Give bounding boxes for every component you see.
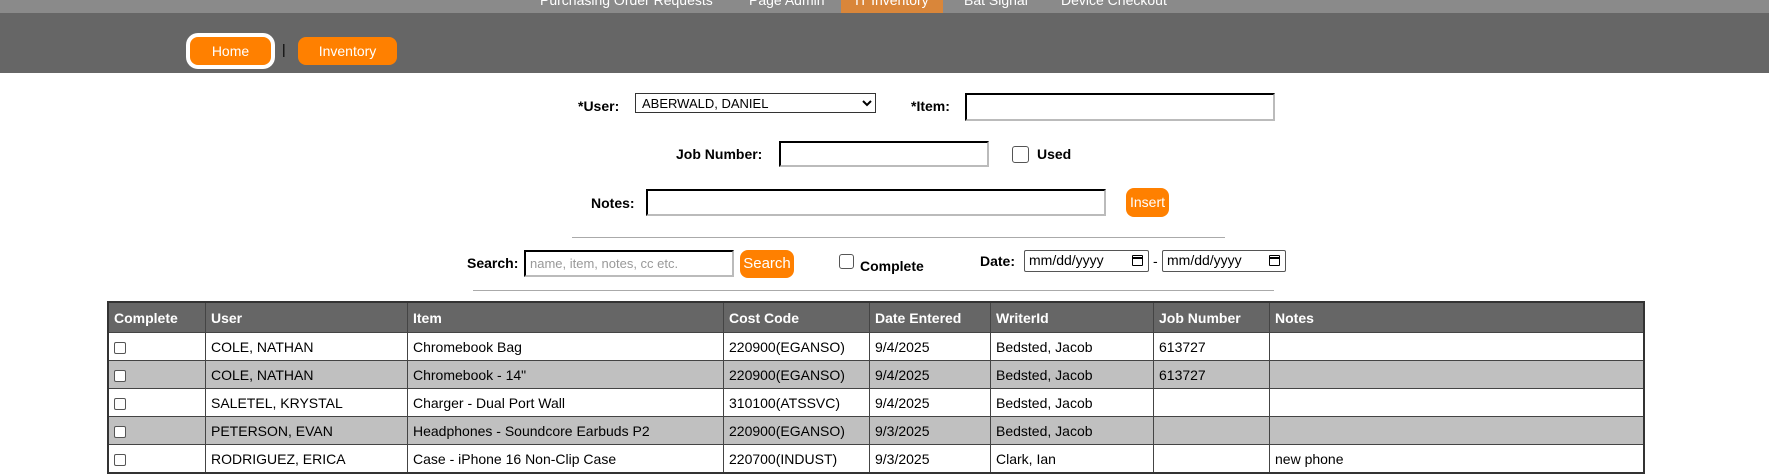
date-to-input[interactable]: mm/dd/yyyy xyxy=(1162,250,1286,272)
date-from-value: mm/dd/yyyy xyxy=(1029,252,1104,268)
row-cost-code: 220900(EGANSO) xyxy=(723,416,870,445)
row-item: Headphones - Soundcore Earbuds P2 xyxy=(407,416,724,445)
job-number-label: Job Number: xyxy=(676,146,763,162)
col-writer-id[interactable]: WriterId xyxy=(990,301,1154,333)
row-job: 613727 xyxy=(1153,360,1270,389)
job-number-input[interactable] xyxy=(779,141,989,167)
col-cost-code[interactable]: Cost Code xyxy=(723,301,870,333)
row-cost-code: 310100(ATSSVC) xyxy=(723,388,870,417)
date-label: Date: xyxy=(980,253,1016,269)
notes-input[interactable] xyxy=(646,189,1106,216)
row-item: Case - iPhone 16 Non-Clip Case xyxy=(407,444,724,474)
search-input[interactable]: name, item, notes, cc etc. xyxy=(524,250,734,277)
notes-label: Notes: xyxy=(591,195,635,211)
top-nav: Purchasing Order Requests Page Admin IT … xyxy=(0,0,1769,13)
row-user: PETERSON, EVAN xyxy=(205,416,408,445)
inventory-button[interactable]: Inventory xyxy=(298,37,397,65)
search-label: Search: xyxy=(467,255,519,271)
row-complete-checkbox[interactable] xyxy=(114,397,126,410)
row-user: RODRIGUEZ, ERICA xyxy=(205,444,408,474)
col-user[interactable]: User xyxy=(205,301,408,333)
row-item: Charger - Dual Port Wall xyxy=(407,388,724,417)
nav-it-inventory[interactable]: IT Inventory xyxy=(841,0,943,13)
item-input[interactable] xyxy=(965,93,1275,121)
header-separator: | xyxy=(282,41,286,57)
nav-page-admin[interactable]: Page Admin xyxy=(749,0,825,13)
row-job xyxy=(1153,416,1270,445)
col-job-number[interactable]: Job Number xyxy=(1153,301,1270,333)
nav-purchasing-order-requests[interactable]: Purchasing Order Requests xyxy=(540,0,713,13)
row-notes xyxy=(1269,360,1645,389)
col-item[interactable]: Item xyxy=(407,301,724,333)
table-row: RODRIGUEZ, ERICA Case - iPhone 16 Non-Cl… xyxy=(107,444,1645,474)
row-item: Chromebook - 14" xyxy=(407,360,724,389)
row-notes xyxy=(1269,388,1645,417)
col-complete[interactable]: Complete xyxy=(107,301,206,333)
header-bar: Home | Inventory xyxy=(0,13,1769,73)
table-row: COLE, NATHAN Chromebook - 14" 220900(EGA… xyxy=(107,360,1645,389)
row-date: 9/4/2025 xyxy=(869,360,991,389)
row-date: 9/3/2025 xyxy=(869,416,991,445)
row-complete-cell xyxy=(107,416,206,445)
date-separator: - xyxy=(1153,253,1158,269)
row-complete-cell xyxy=(107,360,206,389)
row-user: SALETEL, KRYSTAL xyxy=(205,388,408,417)
user-select[interactable]: ABERWALD, DANIEL xyxy=(635,93,876,113)
divider-bottom xyxy=(473,290,1274,291)
user-label: *User: xyxy=(578,98,620,114)
row-date: 9/3/2025 xyxy=(869,444,991,474)
row-date: 9/4/2025 xyxy=(869,388,991,417)
row-complete-checkbox[interactable] xyxy=(114,425,126,438)
row-complete-cell xyxy=(107,444,206,474)
complete-filter-label: Complete xyxy=(860,258,924,274)
row-cost-code: 220700(INDUST) xyxy=(723,444,870,474)
table-row: PETERSON, EVAN Headphones - Soundcore Ea… xyxy=(107,416,1645,445)
row-writer: Bedsted, Jacob xyxy=(990,332,1154,361)
table-row: COLE, NATHAN Chromebook Bag 220900(EGANS… xyxy=(107,332,1645,361)
row-writer: Bedsted, Jacob xyxy=(990,416,1154,445)
col-notes[interactable]: Notes xyxy=(1269,301,1645,333)
row-cost-code: 220900(EGANSO) xyxy=(723,360,870,389)
used-checkbox[interactable] xyxy=(1012,146,1029,163)
row-notes xyxy=(1269,416,1645,445)
row-writer: Clark, Ian xyxy=(990,444,1154,474)
row-complete-checkbox[interactable] xyxy=(114,453,126,466)
complete-filter-checkbox[interactable] xyxy=(839,254,854,269)
row-job xyxy=(1153,444,1270,474)
used-label: Used xyxy=(1037,146,1072,162)
nav-device-checkout[interactable]: Device Checkout xyxy=(1061,0,1167,13)
row-notes: new phone xyxy=(1269,444,1645,474)
date-to-value: mm/dd/yyyy xyxy=(1167,252,1242,268)
row-user: COLE, NATHAN xyxy=(205,332,408,361)
row-complete-cell xyxy=(107,332,206,361)
row-job xyxy=(1153,388,1270,417)
row-complete-checkbox[interactable] xyxy=(114,369,126,382)
row-complete-checkbox[interactable] xyxy=(114,341,126,354)
nav-bat-signal[interactable]: Bat Signal xyxy=(964,0,1028,13)
row-complete-cell xyxy=(107,388,206,417)
item-label: *Item: xyxy=(911,98,950,114)
table-row: SALETEL, KRYSTAL Charger - Dual Port Wal… xyxy=(107,388,1645,417)
row-user: COLE, NATHAN xyxy=(205,360,408,389)
calendar-icon[interactable] xyxy=(1269,255,1280,266)
col-date-entered[interactable]: Date Entered xyxy=(869,301,991,333)
row-notes xyxy=(1269,332,1645,361)
date-from-input[interactable]: mm/dd/yyyy xyxy=(1024,250,1149,272)
divider-top xyxy=(572,237,1225,238)
calendar-icon[interactable] xyxy=(1132,255,1143,266)
inventory-table: Complete User Item Cost Code Date Entere… xyxy=(107,301,1645,474)
search-button[interactable]: Search xyxy=(740,250,794,278)
row-writer: Bedsted, Jacob xyxy=(990,360,1154,389)
insert-button[interactable]: Insert xyxy=(1126,188,1169,217)
table-header-row: Complete User Item Cost Code Date Entere… xyxy=(107,301,1645,333)
row-writer: Bedsted, Jacob xyxy=(990,388,1154,417)
row-cost-code: 220900(EGANSO) xyxy=(723,332,870,361)
row-job: 613727 xyxy=(1153,332,1270,361)
row-item: Chromebook Bag xyxy=(407,332,724,361)
home-button[interactable]: Home xyxy=(190,37,271,65)
row-date: 9/4/2025 xyxy=(869,332,991,361)
